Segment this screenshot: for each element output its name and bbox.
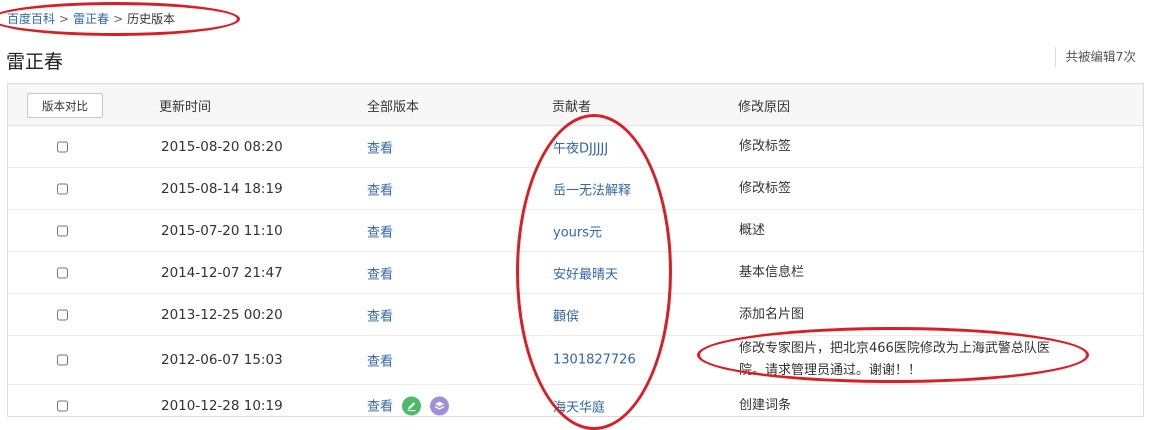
row-reason: 概述 xyxy=(739,222,766,238)
row-select-checkbox[interactable] xyxy=(57,141,68,152)
breadcrumb-link-entry[interactable]: 雷正春 xyxy=(73,12,109,26)
edit-count: 共被编辑7次 xyxy=(1054,47,1136,67)
contributor-link[interactable]: 海天华庭 xyxy=(553,396,605,415)
table-header: 版本对比 更新时间 全部版本 贡献者 修改原因 xyxy=(8,84,1143,126)
view-version-link[interactable]: 查看 xyxy=(367,305,393,324)
row-reason: 修改专家图片，把北京466医院修改为上海武警总队医院。请求管理员通过。谢谢！！ xyxy=(739,341,1050,378)
row-time: 2015-07-20 11:10 xyxy=(161,222,283,239)
breadcrumb-separator: > xyxy=(113,12,124,26)
view-version-link[interactable]: 查看 xyxy=(367,263,393,282)
row-select-checkbox[interactable] xyxy=(57,225,68,236)
history-table: 版本对比 更新时间 全部版本 贡献者 修改原因 2015-08-20 08:20… xyxy=(7,83,1144,417)
row-reason: 修改标签 xyxy=(739,138,792,154)
contributor-link[interactable]: 顴傧 xyxy=(553,305,579,324)
breadcrumb: 百度百科 > 雷正春 > 历史版本 xyxy=(7,10,175,27)
layers-icon[interactable] xyxy=(430,396,450,415)
breadcrumb-separator: > xyxy=(59,12,70,26)
view-version-link[interactable]: 查看 xyxy=(367,137,393,156)
table-row: 2014-12-07 21:47 查看 安好最晴天 基本信息栏 xyxy=(8,252,1143,294)
row-time: 2015-08-20 08:20 xyxy=(161,138,283,155)
table-row: 2013-12-25 00:20 查看 顴傧 添加名片图 xyxy=(8,294,1143,336)
row-reason: 基本信息栏 xyxy=(739,264,805,280)
table-row: 2015-08-14 18:19 查看 岳一无法解释 修改标签 xyxy=(8,168,1143,210)
row-reason: 添加名片图 xyxy=(739,306,805,322)
contributor-link[interactable]: 岳一无法解释 xyxy=(553,179,631,198)
table-row: 2012-06-07 15:03 查看 1301827726 修改专家图片，把北… xyxy=(8,336,1143,385)
row-select-checkbox[interactable] xyxy=(57,354,68,366)
view-version-link[interactable]: 查看 xyxy=(367,351,393,370)
view-version-link[interactable]: 查看 xyxy=(367,399,393,414)
view-version-group: 查看 xyxy=(367,395,450,416)
row-time: 2010-12-28 10:19 xyxy=(161,397,283,414)
header-all-versions: 全部版本 xyxy=(367,100,420,115)
row-reason: 创建词条 xyxy=(739,397,792,413)
contributor-link[interactable]: 安好最晴天 xyxy=(553,263,618,282)
view-version-link[interactable]: 查看 xyxy=(367,179,393,198)
page-title: 雷正春 xyxy=(6,51,64,73)
row-select-checkbox[interactable] xyxy=(57,183,68,194)
table-row: 2015-07-20 11:10 查看 yours元 概述 xyxy=(8,210,1143,252)
row-select-checkbox[interactable] xyxy=(57,400,68,411)
contributor-link[interactable]: yours元 xyxy=(553,221,602,240)
breadcrumb-current: 历史版本 xyxy=(127,12,176,26)
row-time: 2012-06-07 15:03 xyxy=(161,352,283,368)
breadcrumb-link-baike[interactable]: 百度百科 xyxy=(7,12,55,26)
view-version-link[interactable]: 查看 xyxy=(367,221,393,240)
table-row: 2010-12-28 10:19 查看 海天华庭 创建词条 xyxy=(8,385,1143,416)
contributor-link[interactable]: 1301827726 xyxy=(553,353,636,368)
row-select-checkbox[interactable] xyxy=(57,267,68,278)
row-time: 2015-08-14 18:19 xyxy=(161,180,283,197)
table-row: 2015-08-20 08:20 查看 午夜DJJJJJ 修改标签 xyxy=(8,126,1143,168)
compare-versions-button[interactable]: 版本对比 xyxy=(27,93,103,118)
header-update-time: 更新时间 xyxy=(159,100,212,115)
row-time: 2013-12-25 00:20 xyxy=(161,306,283,323)
header-contributor: 贡献者 xyxy=(552,100,592,115)
row-time: 2014-12-07 21:47 xyxy=(161,264,283,281)
pencil-icon[interactable] xyxy=(402,396,422,415)
contributor-link[interactable]: 午夜DJJJJJ xyxy=(553,137,608,156)
row-select-checkbox[interactable] xyxy=(57,309,68,320)
header-edit-reason: 修改原因 xyxy=(738,100,791,115)
row-reason: 修改标签 xyxy=(739,180,792,196)
